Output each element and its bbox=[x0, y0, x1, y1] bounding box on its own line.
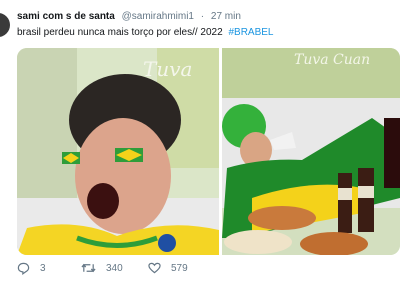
reply-icon bbox=[17, 262, 30, 275]
background-sign-text: Tuva bbox=[143, 57, 192, 81]
retweet-action[interactable]: 340 bbox=[81, 262, 123, 274]
reply-action[interactable]: 3 bbox=[17, 262, 46, 275]
heart-icon bbox=[148, 262, 161, 274]
separator: · bbox=[200, 11, 205, 22]
background-sign-text-right: Tuva Cuan bbox=[294, 52, 370, 68]
avatar[interactable] bbox=[0, 13, 10, 37]
reply-count: 3 bbox=[40, 263, 46, 274]
timestamp[interactable]: 27 min bbox=[211, 11, 241, 22]
hashtag-link[interactable]: #BRABEL bbox=[228, 27, 273, 38]
like-action[interactable]: 579 bbox=[148, 262, 188, 274]
media-image-left[interactable]: Tuva bbox=[17, 48, 219, 255]
like-count: 579 bbox=[171, 262, 188, 274]
retweet-count: 340 bbox=[106, 262, 123, 274]
flag-sticker-left bbox=[62, 152, 80, 164]
photo-crying-fan: Tuva bbox=[17, 48, 219, 255]
tweet-actions: 3 340 579 bbox=[17, 262, 400, 282]
photo-fan-with-food: Tuva Cuan bbox=[222, 48, 400, 255]
tweet-body: brasil perdeu nunca mais torço por eles/… bbox=[17, 27, 223, 38]
flag-sticker-right bbox=[115, 148, 143, 162]
handle[interactable]: @samirahmimi1 bbox=[122, 11, 194, 22]
tweet-text: brasil perdeu nunca mais torço por eles/… bbox=[17, 27, 274, 38]
media-image-right[interactable]: Tuva Cuan bbox=[222, 48, 400, 255]
tweet-header: sami com s de santa @samirahmimi1 · 27 m… bbox=[17, 11, 241, 22]
tweet-media[interactable]: Tuva Tuva Cuan bbox=[17, 48, 400, 255]
retweet-icon bbox=[81, 263, 96, 273]
display-name[interactable]: sami com s de santa bbox=[17, 11, 115, 22]
